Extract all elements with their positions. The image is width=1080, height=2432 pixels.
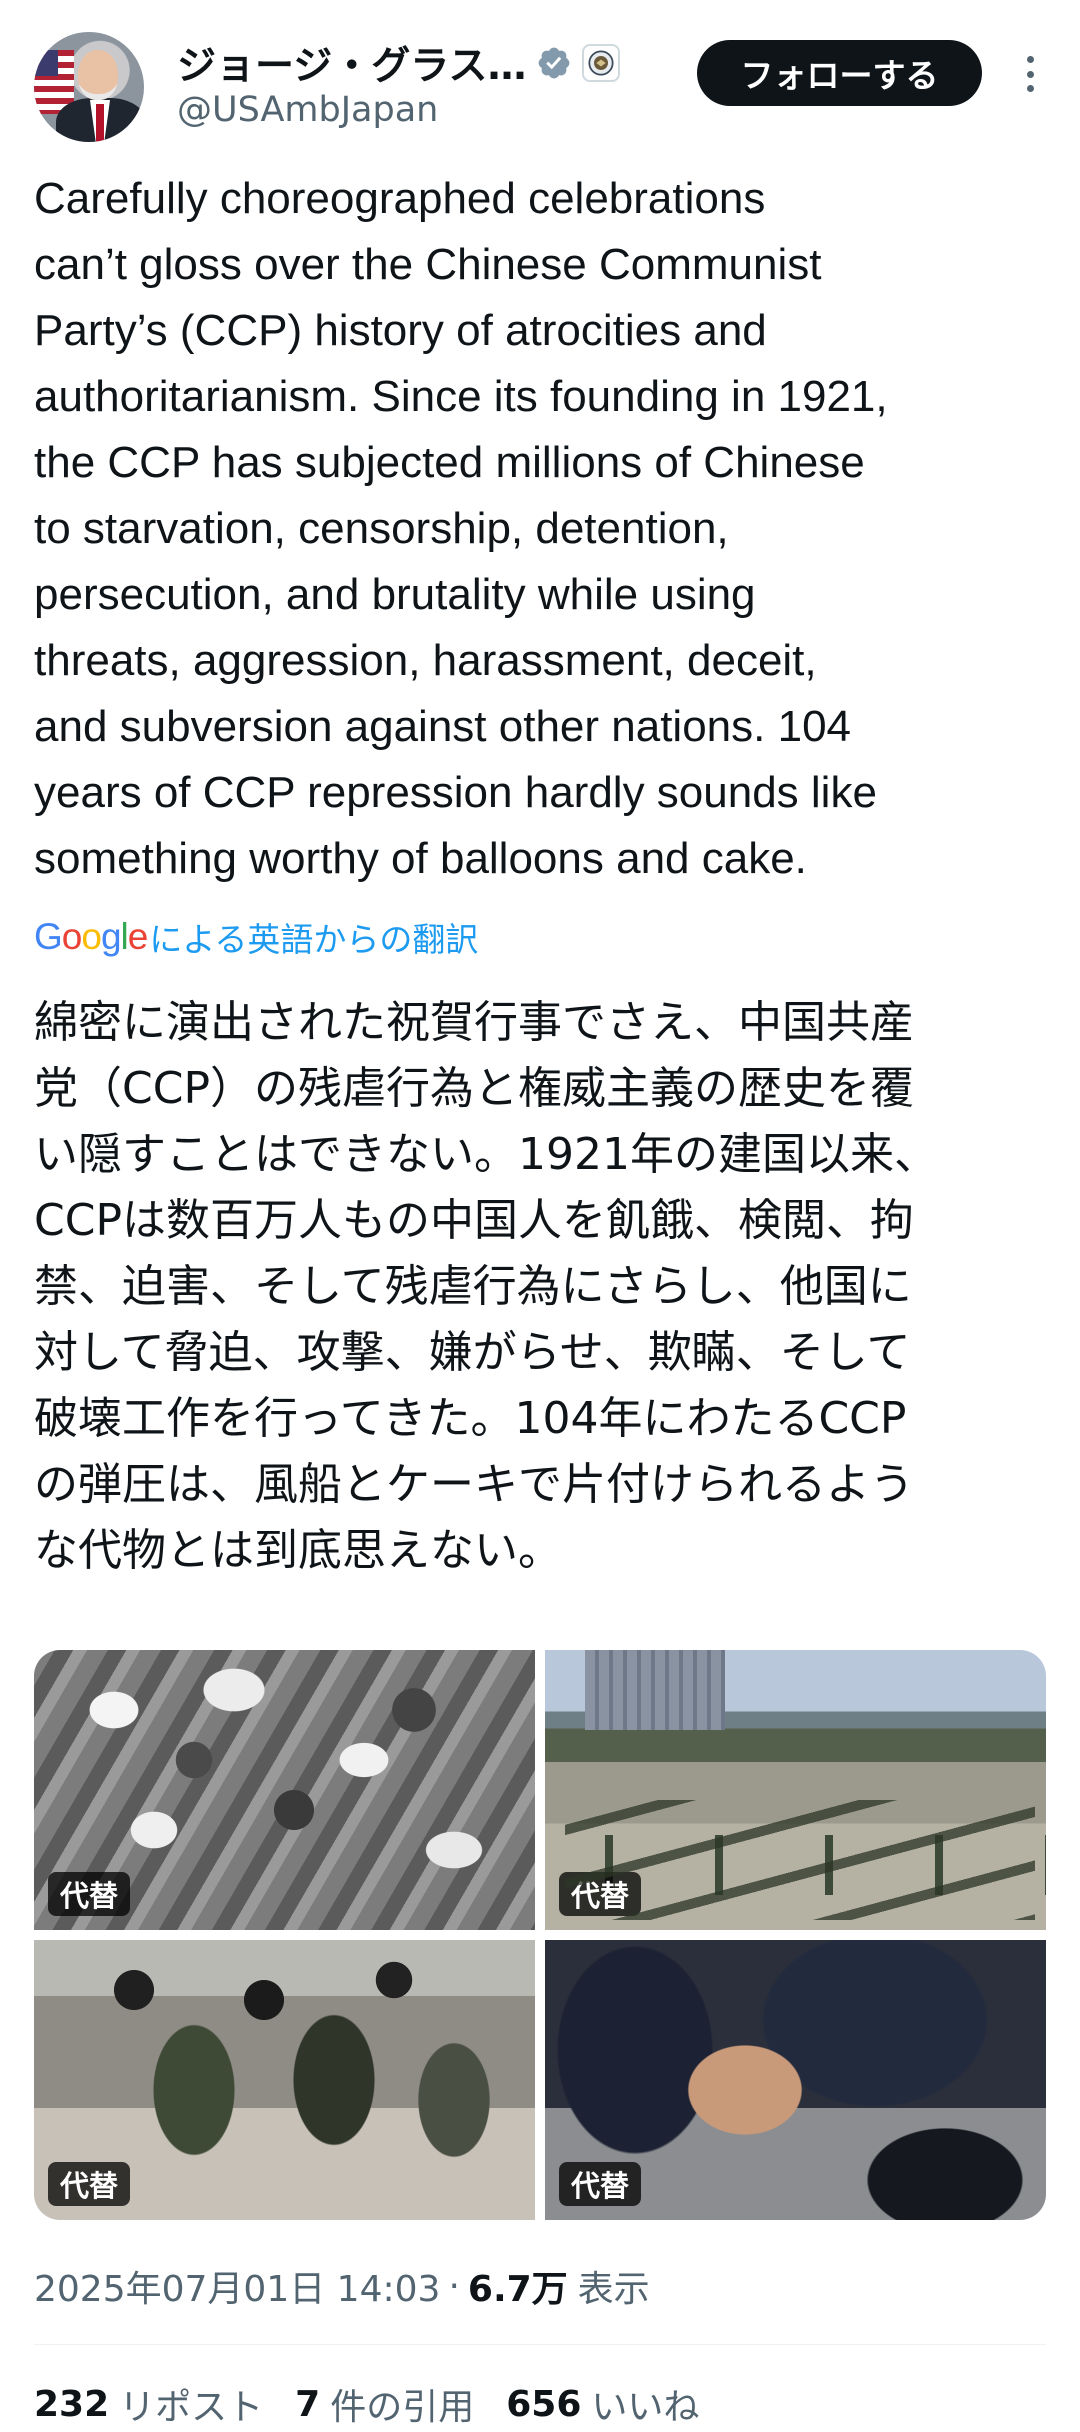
head-graphic [78,50,118,100]
translation-line: 対して脅迫、攻撃、嫌がらせ、欺瞞、そして [34,1327,911,1378]
name-row: ジョージ・グラス… [177,35,621,91]
avatar[interactable] [34,32,144,142]
likes-stat[interactable]: 656 いいね [506,2378,699,2430]
tweet-line: can’t gloss over the Chinese Communist [34,240,822,289]
reposts-stat[interactable]: 232 リポスト [34,2378,263,2430]
engagement-stats: 232 リポスト 7 件の引用 656 いいね [34,2376,731,2432]
media-photo-riot-police[interactable]: 代替 [34,1940,535,2220]
tweet-line: years of CCP repression hardly sounds li… [34,768,877,817]
likes-count: 656 [506,2383,582,2425]
media-photo-square-tanks[interactable]: 代替 [545,1650,1046,1930]
separator: · [448,2265,460,2307]
likes-label: いいね [591,2387,700,2428]
translation-line: 党（CCP）の残虐行為と権威主義の歴史を覆 [34,1063,914,1114]
views-label: 表示 [577,2269,650,2310]
media-photo-arrest[interactable]: 代替 [545,1940,1046,2220]
translation-line: 禁、迫害、そして残虐行為にさらし、他国に [34,1261,912,1312]
tweet-line: the CCP has subjected millions of Chines… [34,438,865,487]
media-grid: 代替 代替 代替 代替 [34,1650,1046,2220]
handle[interactable]: @USAmbJapan [177,90,438,130]
translation-label[interactable]: による英語からの翻訳 [149,913,478,961]
verified-badge-icon[interactable] [536,45,572,81]
tweet-line: Party’s (CCP) history of atrocities and [34,306,767,355]
translation-line: CCPは数百万人もの中国人を飢餓、検閲、拘 [34,1195,914,1246]
translation-line: い隠すことはできない。1921年の建国以来、 [34,1129,938,1180]
quotes-count: 7 [295,2383,321,2425]
views-count: 6.7万 [467,2269,568,2310]
quotes-stat[interactable]: 7 件の引用 [295,2378,474,2430]
translation-line: 綿密に演出された祝賀行事でさえ、中国共産 [34,997,914,1048]
tweet-header: ジョージ・グラス… @USAmbJapan フォローする [34,32,1046,144]
tie-graphic [96,104,104,142]
translation-line: 破壊工作を行ってきた。104年にわたるCCP [34,1393,907,1444]
tweet-line: authoritarianism. Since its founding in … [34,372,888,421]
reposts-count: 232 [34,2383,110,2425]
tweet-line: Carefully choreographed celebrations [34,174,766,223]
more-options-icon[interactable] [1016,50,1044,98]
follow-button[interactable]: フォローする [697,40,982,106]
tweet-text: Carefully choreographed celebrations can… [34,166,1050,892]
tweet-line: to starvation, censorship, detention, [34,504,729,553]
alt-text-badge[interactable]: 代替 [559,2162,642,2206]
reposts-label: リポスト [119,2387,264,2428]
alt-text-badge[interactable]: 代替 [48,1872,131,1916]
tweet-line: threats, aggression, harassment, deceit, [34,636,817,685]
tweet-line: and subversion against other nations. 10… [34,702,852,751]
affiliate-seal-icon[interactable] [582,44,621,82]
media-photo-crowd[interactable]: 代替 [34,1650,535,1930]
translated-text: 綿密に演出された祝賀行事でさえ、中国共産 党（CCP）の残虐行為と権威主義の歴史… [34,990,1050,1584]
translation-link[interactable]: Google による英語からの翻訳 [34,914,478,960]
display-name[interactable]: ジョージ・グラス… [177,35,526,91]
tweet-line: something worthy of balloons and cake. [34,834,807,883]
translation-line: の弾圧は、風船とケーキで片付けられるよう [34,1459,914,1510]
divider [34,2344,1046,2345]
tweet-line: persecution, and brutality while using [34,570,756,619]
tweet-meta: 2025年07月01日 14:03 · 6.7万 表示 [34,2258,650,2314]
timestamp[interactable]: 2025年07月01日 14:03 [34,2260,440,2312]
translation-line: な代物とは到底思えない。 [34,1525,562,1576]
alt-text-badge[interactable]: 代替 [48,2162,131,2206]
google-logo: Google [34,916,148,957]
quotes-label: 件の引用 [330,2387,475,2428]
alt-text-badge[interactable]: 代替 [559,1872,642,1916]
